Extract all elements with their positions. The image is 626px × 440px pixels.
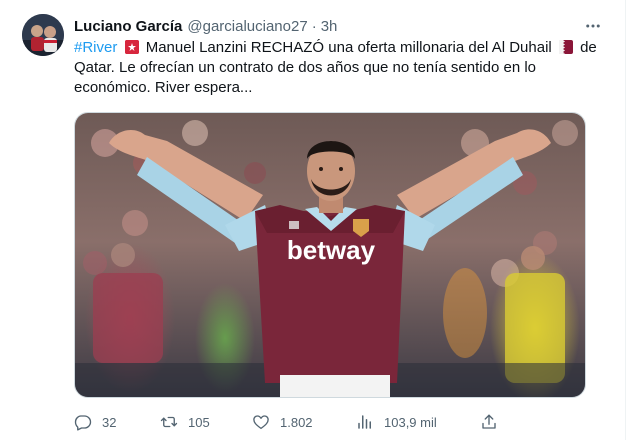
action-bar: 32 105 1.802 103,9 mil xyxy=(74,410,504,434)
author-handle[interactable]: @garcialuciano27 xyxy=(187,18,307,35)
river-flag-icon xyxy=(124,40,139,54)
retweet-count: 105 xyxy=(188,414,210,430)
retweet-button[interactable]: 105 xyxy=(160,410,210,434)
tweet-text: #River Manuel Lanzini RECHAZÓ una oferta… xyxy=(74,38,604,98)
reply-icon xyxy=(74,415,92,431)
avatar[interactable] xyxy=(22,14,64,56)
share-button[interactable] xyxy=(480,410,498,434)
hashtag-link[interactable]: #River xyxy=(74,39,117,56)
views-button[interactable]: 103,9 mil xyxy=(356,410,437,434)
avatar-image xyxy=(22,14,64,56)
tweet-text-part1: Manuel Lanzini RECHAZÓ una oferta millon… xyxy=(141,39,556,56)
views-count: 103,9 mil xyxy=(384,414,437,430)
like-count: 1.802 xyxy=(280,414,313,430)
qatar-flag-icon xyxy=(558,40,573,54)
retweet-icon xyxy=(160,416,178,428)
author-name[interactable]: Luciano García xyxy=(74,18,182,35)
like-button[interactable]: 1.802 xyxy=(252,410,313,434)
heart-icon xyxy=(253,415,269,430)
tweet-photo[interactable]: betway xyxy=(74,112,586,398)
separator-dot: · xyxy=(311,17,317,35)
player-photo: betway xyxy=(75,113,585,397)
reply-count: 32 xyxy=(102,414,117,430)
tweet-card[interactable]: Luciano García @garcialuciano27 · 3h #Ri… xyxy=(0,0,626,440)
views-chart-icon xyxy=(358,415,371,429)
shirt-sponsor-text: betway xyxy=(287,235,376,265)
more-icon[interactable] xyxy=(581,14,605,38)
tweet-header: Luciano García @garcialuciano27 · 3h xyxy=(74,16,605,36)
reply-button[interactable]: 32 xyxy=(74,410,116,434)
tweet-timestamp[interactable]: 3h xyxy=(321,18,338,35)
share-icon xyxy=(482,414,496,429)
